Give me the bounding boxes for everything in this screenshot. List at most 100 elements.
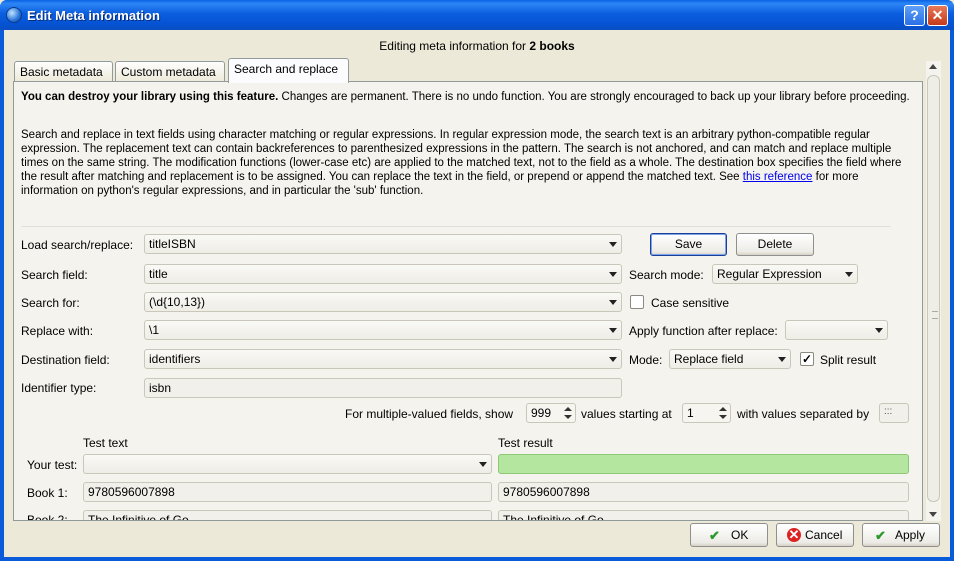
book1-result-value: 9780596007898 (503, 485, 590, 499)
starting-at-label: values starting at (581, 407, 672, 421)
your-test-label: Your test: (27, 458, 78, 472)
split-result-checkbox[interactable]: ✓ (800, 352, 814, 366)
book1-label: Book 1: (27, 486, 68, 500)
destination-field-select[interactable]: identifiers (144, 349, 622, 369)
spin-down-icon (564, 415, 572, 419)
separator-input[interactable]: ::: (879, 403, 909, 423)
save-button[interactable]: Save (650, 233, 727, 256)
warning-text: You can destroy your library using this … (21, 90, 916, 104)
chevron-down-icon (479, 462, 487, 467)
chevron-down-icon (845, 272, 853, 277)
cancel-icon: ✕ (787, 527, 801, 542)
divider (21, 226, 891, 227)
apply-function-label: Apply function after replace: (629, 324, 778, 338)
apply-button[interactable]: ✔ Apply (862, 523, 940, 547)
book1-test-result: 9780596007898 (498, 482, 909, 502)
starting-at-value: 1 (687, 406, 694, 420)
book1-test-text: 9780596007898 (83, 482, 492, 502)
tab-basic-metadata[interactable]: Basic metadata (14, 61, 113, 82)
multi-valued-label: For multiple-valued fields, show (345, 407, 514, 421)
scroll-up-icon[interactable] (929, 64, 937, 69)
search-mode-value: Regular Expression (717, 267, 822, 281)
mode-label: Mode: (629, 353, 663, 367)
warning-rest: Changes are permanent. There is no undo … (278, 91, 910, 103)
help-button[interactable]: ? (904, 5, 925, 26)
search-for-input[interactable]: (\d{10,13}) (144, 292, 622, 312)
book-count: 2 books (529, 39, 575, 53)
book2-result-value: The Infinitive of Go (503, 513, 604, 521)
your-test-result (498, 454, 909, 474)
search-field-label: Search field: (21, 268, 88, 282)
chevron-down-icon (609, 300, 617, 305)
show-count-value: 999 (531, 406, 552, 420)
calibre-app-icon (6, 7, 22, 23)
chevron-down-icon (609, 357, 617, 362)
test-text-header: Test text (83, 436, 128, 450)
case-sensitive-checkbox[interactable] (630, 295, 644, 309)
load-label: Load search/replace: (21, 238, 134, 252)
window-title: Edit Meta information (27, 8, 160, 23)
book2-test-text: The Infinitive of Go (83, 510, 492, 521)
spin-up-icon (564, 407, 572, 411)
description-text: Search and replace in text fields using … (21, 128, 916, 198)
load-search-replace-select[interactable]: titleISBN (144, 234, 622, 254)
book2-test-result: The Infinitive of Go (498, 510, 909, 521)
tab-label: Basic metadata (20, 65, 103, 79)
dialog-window: Edit Meta information ? ✕ Editing meta i… (0, 0, 954, 561)
vertical-scrollbar[interactable] (926, 61, 941, 521)
chevron-down-icon (609, 242, 617, 247)
spin-up-icon (719, 407, 727, 411)
identifier-type-input[interactable]: isbn (144, 378, 622, 398)
mode-select[interactable]: Replace field (669, 349, 791, 369)
case-sensitive-label: Case sensitive (651, 296, 730, 310)
close-button[interactable]: ✕ (927, 5, 948, 26)
editing-header: Editing meta information for 2 books (4, 39, 950, 53)
spin-down-icon (719, 415, 727, 419)
cancel-label: Cancel (805, 528, 843, 542)
tab-search-and-replace[interactable]: Search and replace (228, 58, 349, 83)
chevron-down-icon (609, 272, 617, 277)
scrollbar-thumb[interactable] (927, 75, 940, 502)
tab-label: Search and replace (234, 62, 339, 76)
book1-text-value: 9780596007898 (88, 485, 175, 499)
replace-with-input[interactable]: \1 (144, 320, 622, 340)
search-field-value: title (149, 267, 168, 281)
chevron-down-icon (875, 328, 883, 333)
scroll-down-icon[interactable] (929, 512, 937, 517)
search-for-label: Search for: (21, 296, 80, 310)
starting-at-spinbox[interactable]: 1 (682, 403, 731, 423)
replace-with-label: Replace with: (21, 324, 94, 338)
search-replace-panel: You can destroy your library using this … (13, 81, 923, 521)
your-test-input[interactable] (83, 454, 492, 474)
split-result-label: Split result (820, 353, 877, 367)
book2-label: Book 2: (27, 513, 68, 521)
cancel-button[interactable]: ✕ Cancel (776, 523, 854, 547)
search-mode-label: Search mode: (629, 268, 704, 282)
apply-label: Apply (895, 528, 926, 542)
grip-icon (932, 311, 938, 319)
destination-value: identifiers (149, 352, 201, 366)
checkmark-icon: ✔ (709, 528, 720, 543)
load-value: titleISBN (149, 237, 196, 251)
warning-bold: You can destroy your library using this … (21, 91, 279, 103)
tab-custom-metadata[interactable]: Custom metadata (115, 61, 225, 82)
search-mode-select[interactable]: Regular Expression (712, 264, 858, 284)
search-field-select[interactable]: title (144, 264, 622, 284)
separator-value: ::: (884, 406, 893, 417)
identifier-type-label: Identifier type: (21, 381, 97, 395)
editing-header-prefix: Editing meta information for (379, 39, 530, 53)
title-bar[interactable]: Edit Meta information ? ✕ (0, 0, 954, 30)
search-for-value: (\d{10,13}) (149, 295, 206, 309)
destination-label: Destination field: (21, 353, 110, 367)
reference-link[interactable]: this reference (743, 171, 813, 183)
checkmark-icon: ✔ (875, 528, 886, 543)
apply-function-select[interactable] (785, 320, 888, 340)
show-count-spinbox[interactable]: 999 (526, 403, 576, 423)
separated-by-label: with values separated by (737, 407, 870, 421)
chevron-down-icon (609, 328, 617, 333)
book2-text-value: The Infinitive of Go (88, 513, 189, 521)
identifier-type-value: isbn (149, 381, 172, 395)
delete-button[interactable]: Delete (736, 233, 814, 256)
tab-label: Custom metadata (121, 65, 216, 79)
ok-button[interactable]: ✔ OK (690, 523, 768, 547)
